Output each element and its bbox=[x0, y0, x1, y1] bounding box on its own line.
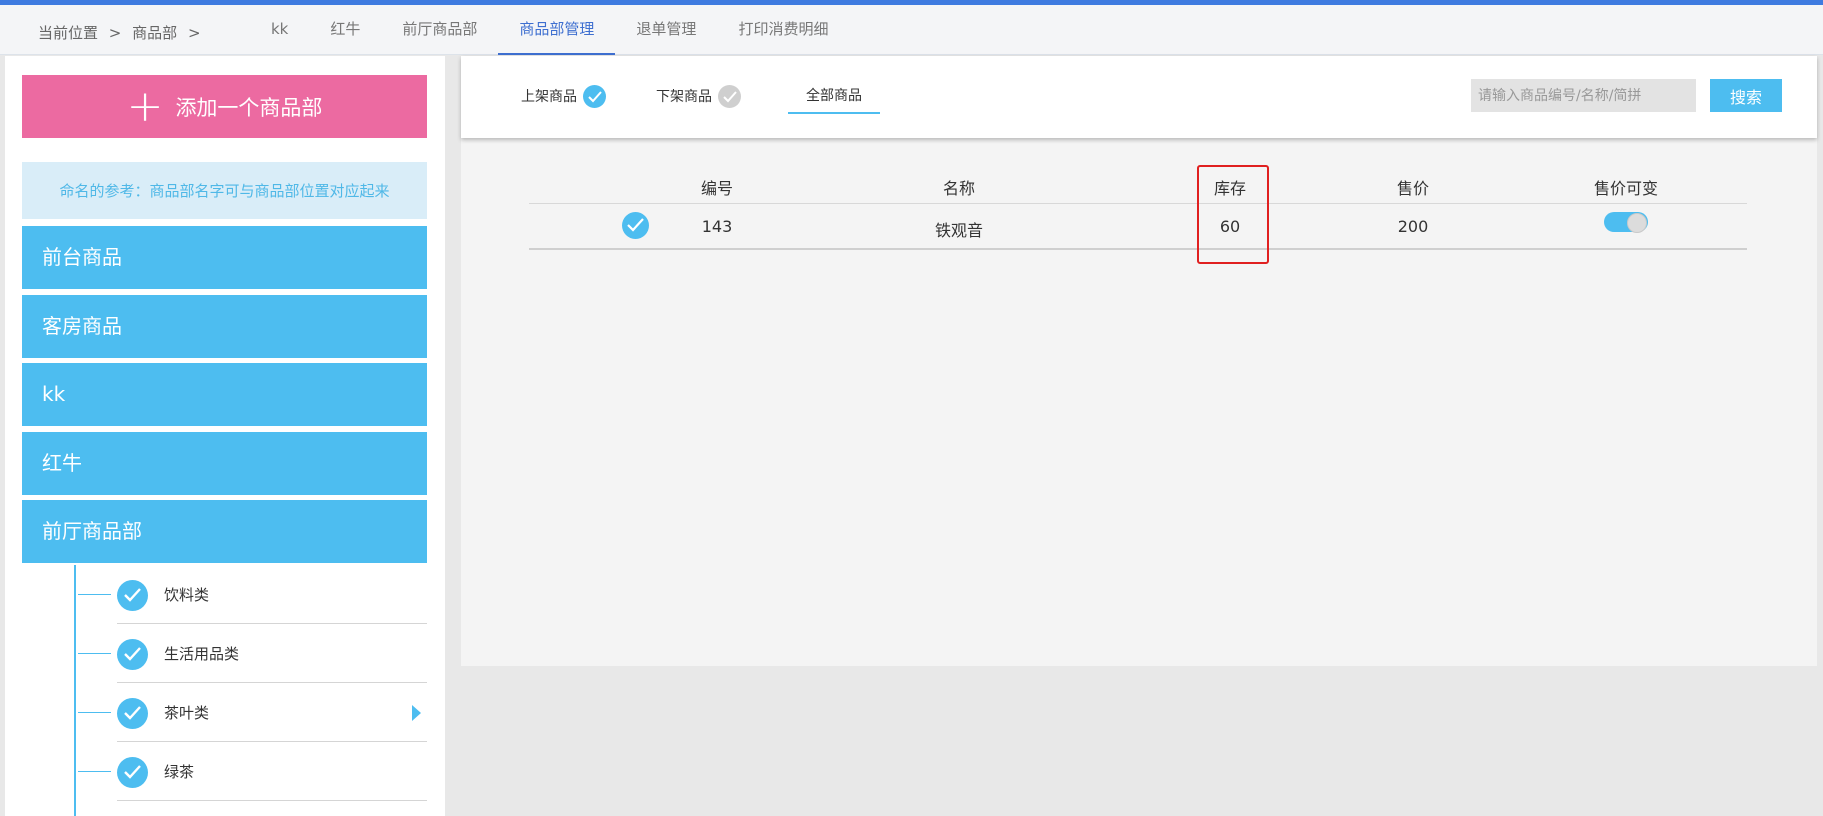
naming-hint: 命名的参考：商品部名字可与商品部位置对应起来 bbox=[22, 162, 427, 219]
filter-off-shelf-label: 下架商品 bbox=[656, 89, 712, 105]
sidebar-subitem-label: 茶叶类 bbox=[164, 704, 210, 722]
breadcrumb-separator: > bbox=[108, 24, 122, 42]
search-input[interactable] bbox=[1471, 79, 1696, 112]
header-bar: 当前位置 > 商品部 > kk 红牛 前厅商品部 商品部管理 退单管理 打印消费… bbox=[0, 5, 1823, 55]
cell-stock: 60 bbox=[1219, 217, 1241, 236]
sidebar-subitem-daily-goods[interactable]: 生活用品类 bbox=[78, 624, 427, 683]
cell-id: 143 bbox=[701, 217, 733, 236]
filter-off-shelf[interactable]: 下架商品 bbox=[656, 78, 741, 114]
add-department-label: 添加一个商品部 bbox=[175, 95, 323, 120]
sidebar: + 添加一个商品部 命名的参考：商品部名字可与商品部位置对应起来 前台商品 客房… bbox=[5, 56, 445, 816]
tab-front-hall-dept[interactable]: 前厅商品部 bbox=[381, 5, 498, 55]
column-header-stock: 库存 bbox=[1213, 179, 1247, 198]
tab-kk[interactable]: kk bbox=[250, 5, 309, 55]
add-department-button[interactable]: + 添加一个商品部 bbox=[22, 75, 427, 138]
caret-right-icon bbox=[412, 705, 421, 721]
tree-line bbox=[74, 565, 76, 816]
sidebar-subitem-green-tea[interactable]: 绿茶 bbox=[78, 742, 427, 801]
column-header-name: 名称 bbox=[942, 179, 976, 198]
breadcrumb: 当前位置 > 商品部 > bbox=[38, 22, 207, 43]
row-check-icon[interactable] bbox=[622, 212, 649, 239]
filter-bar: 上架商品 下架商品 全部商品 搜索 bbox=[461, 56, 1817, 138]
filter-all[interactable]: 全部商品 bbox=[788, 78, 880, 114]
check-circle-icon bbox=[117, 639, 148, 670]
breadcrumb-current: 当前位置 bbox=[38, 24, 99, 42]
main-panel: 上架商品 下架商品 全部商品 搜索 编号 名称 库存 售价 售价可变 143 铁… bbox=[461, 56, 1817, 666]
tab-dept-management[interactable]: 商品部管理 bbox=[498, 5, 616, 55]
sidebar-dept-guest-room[interactable]: 客房商品 bbox=[22, 295, 427, 358]
column-header-price: 售价 bbox=[1396, 179, 1430, 198]
check-circle-icon bbox=[718, 84, 741, 108]
tab-print-consumption[interactable]: 打印消费明细 bbox=[717, 5, 849, 55]
sidebar-dept-hongniu[interactable]: 红牛 bbox=[22, 432, 427, 495]
breadcrumb-separator: > bbox=[187, 24, 201, 42]
toggle-knob bbox=[1627, 213, 1647, 233]
filter-on-shelf-label: 上架商品 bbox=[521, 89, 577, 105]
check-circle-icon bbox=[117, 757, 148, 788]
sidebar-subitem-label: 生活用品类 bbox=[164, 645, 240, 663]
breadcrumb-dept[interactable]: 商品部 bbox=[132, 24, 177, 42]
sidebar-subitem-label: 绿茶 bbox=[164, 763, 195, 781]
cell-price: 200 bbox=[1397, 217, 1429, 236]
price-variable-toggle[interactable] bbox=[1604, 212, 1648, 233]
search-button[interactable]: 搜索 bbox=[1710, 79, 1782, 112]
cell-name: 铁观音 bbox=[934, 221, 984, 240]
sidebar-subitem-tea[interactable]: 茶叶类 bbox=[78, 683, 427, 742]
sidebar-subitem-label: 饮料类 bbox=[164, 586, 210, 604]
filter-on-shelf[interactable]: 上架商品 bbox=[521, 78, 606, 114]
check-circle-icon bbox=[117, 580, 148, 611]
sidebar-dept-kk[interactable]: kk bbox=[22, 363, 427, 426]
tab-refund-management[interactable]: 退单管理 bbox=[615, 5, 717, 55]
sidebar-dept-front-hall[interactable]: 前厅商品部 bbox=[22, 500, 427, 563]
sidebar-subitem-drinks[interactable]: 饮料类 bbox=[78, 565, 427, 624]
sidebar-dept-front-desk[interactable]: 前台商品 bbox=[22, 226, 427, 289]
top-nav: kk 红牛 前厅商品部 商品部管理 退单管理 打印消费明细 bbox=[250, 5, 849, 55]
tab-hongniu[interactable]: 红牛 bbox=[309, 5, 381, 55]
column-header-id: 编号 bbox=[700, 179, 734, 198]
check-circle-icon bbox=[117, 698, 148, 729]
check-circle-icon bbox=[583, 84, 606, 108]
plus-icon: + bbox=[126, 80, 164, 132]
column-header-price-variable: 售价可变 bbox=[1593, 179, 1659, 198]
